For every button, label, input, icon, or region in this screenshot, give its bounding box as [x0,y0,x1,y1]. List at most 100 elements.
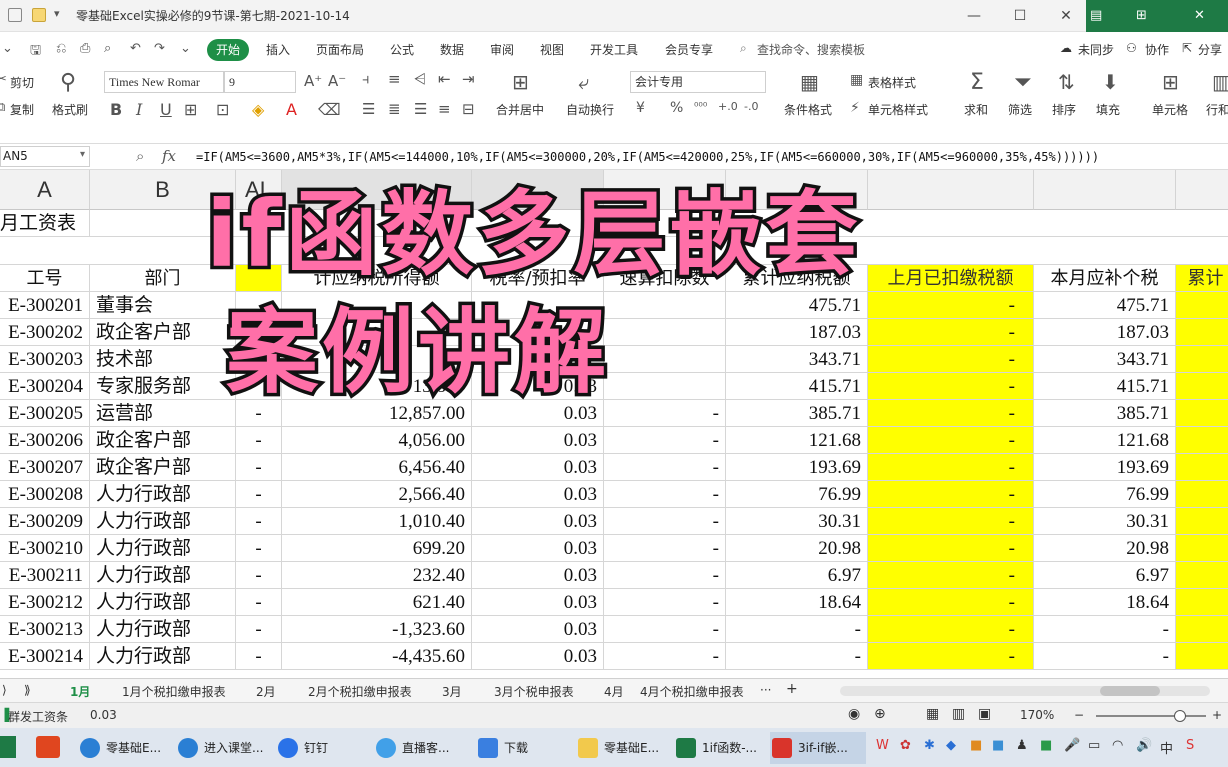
cell-cum-extra[interactable] [1176,373,1228,400]
cell-curr[interactable]: 6.97 [1034,562,1176,589]
cell-id[interactable]: E-300212 [0,589,90,616]
col-header-aq[interactable] [868,170,1034,210]
sum-icon[interactable]: Σ [970,70,984,95]
name-box[interactable]: AN5 [0,146,90,167]
cell-dept[interactable]: 董事会 [90,292,236,319]
cell-al[interactable]: - [236,589,282,616]
merge-button[interactable]: 合并居中 [496,101,544,118]
sheet-tab-3[interactable]: 2月 [256,683,276,700]
cell-dept[interactable]: 人力行政部 [90,643,236,670]
sheet-tab-6[interactable]: 3月个税申报表 [494,683,574,700]
cell-taxable[interactable]: 2,566.40 [282,481,472,508]
cell-id[interactable]: E-300214 [0,643,90,670]
cell-deduction[interactable]: - [604,562,726,589]
cell-taxable[interactable]: 1,010.40 [282,508,472,535]
cell-dept[interactable]: 人力行政部 [90,508,236,535]
cell-id[interactable]: E-300205 [0,400,90,427]
copy-icon[interactable]: ⧉ [0,100,5,115]
save-icon[interactable]: 🖫 [30,41,41,63]
cell-prev[interactable]: - [868,616,1034,643]
cell-taxable[interactable]: 699.20 [282,535,472,562]
cell-rate[interactable]: 0.03 [472,643,604,670]
cell-prev[interactable]: - [868,346,1034,373]
chevron-down-icon[interactable]: ▾ [54,7,60,20]
eraser-icon[interactable]: ⌫ [318,100,341,119]
percent-icon[interactable]: % [670,100,683,116]
cell-curr[interactable]: 193.69 [1034,454,1176,481]
cell-rate[interactable]: 0.03 [472,589,604,616]
conditional-format-icon[interactable]: ▦ [800,70,819,94]
cell-id[interactable]: E-300202 [0,319,90,346]
cell-prev[interactable]: - [868,292,1034,319]
user-tray-icon[interactable]: ♟ [1016,738,1028,753]
sort-icon[interactable]: ⇅ [1058,70,1075,94]
cell-cum[interactable]: - [726,643,868,670]
col-header-as[interactable] [1176,170,1228,210]
tab-formulas[interactable]: 公式 [390,41,414,58]
cell-cum-extra[interactable] [1176,535,1228,562]
zoom-out-icon[interactable]: − [1074,708,1084,722]
prev-sheet-icon[interactable]: ⟩ [2,683,7,697]
decimal-decrease-icon[interactable]: -.0 [744,100,758,113]
tray-app-icon[interactable]: ■ [992,738,1004,753]
align-left-icon[interactable]: ☰ [362,100,375,118]
cell-icon[interactable]: ⊞ [1162,70,1179,94]
cell-style-button[interactable]: 单元格样式 [868,101,928,118]
volume-icon[interactable]: 🔊 [1136,738,1152,753]
cell-curr[interactable]: 20.98 [1034,535,1176,562]
fill-icon[interactable]: ⬇ [1102,70,1119,94]
cell-deduction[interactable] [604,346,726,373]
cell-prev[interactable]: - [868,508,1034,535]
fill-button[interactable]: 填充 [1096,101,1120,118]
cell-rate[interactable]: 0.03 [472,427,604,454]
task-item-8[interactable]: 3if-if嵌... [770,732,866,764]
mic-icon[interactable]: 🎤 [1064,738,1080,753]
sum-button[interactable]: 求和 [964,101,988,118]
cell-cum[interactable]: 475.71 [726,292,868,319]
cell-cum[interactable]: 187.03 [726,319,868,346]
cell-cum[interactable]: 193.69 [726,454,868,481]
filter-button[interactable]: 筛选 [1008,101,1032,118]
cell-id[interactable]: E-300210 [0,535,90,562]
cell-curr[interactable]: 187.03 [1034,319,1176,346]
currency-icon[interactable]: ¥ [636,100,645,116]
ime-indicator[interactable]: 中 [1160,738,1173,757]
spreadsheet-grid[interactable]: A B AL 月工资表 工号 部门 计应纳税所得额 税率/预扣率 速算扣除数 累计应纳税额… [0,170,1228,678]
cell-prev[interactable]: - [868,373,1034,400]
scrollbar-thumb[interactable] [1100,686,1160,696]
fx-icon[interactable]: fx [162,147,176,165]
cell-curr[interactable]: - [1034,616,1176,643]
cell-rate[interactable]: 0.03 [472,508,604,535]
cell-dept[interactable]: 人力行政部 [90,589,236,616]
font-grow-icon[interactable]: A⁺ [304,72,322,90]
cell-dept[interactable]: 人力行政部 [90,562,236,589]
row-col-button[interactable]: 行和 [1206,101,1228,118]
cell-prev[interactable]: - [868,454,1034,481]
tab-view[interactable]: 视图 [540,41,564,58]
side-panel-tab[interactable]: ▤ ⊞ ✕ [1086,0,1228,32]
cell-prev[interactable]: - [868,481,1034,508]
sync-status[interactable]: 未同步 [1078,41,1114,58]
cell-deduction[interactable] [604,319,726,346]
cell-cum-extra[interactable] [1176,292,1228,319]
cell-cum-extra[interactable] [1176,346,1228,373]
cell-deduction[interactable]: - [604,454,726,481]
horizontal-scrollbar[interactable] [840,686,1210,696]
checkbox-icon[interactable] [8,8,22,22]
header-cell-prev_tax[interactable]: 上月已扣缴税额 [868,265,1034,292]
cell-al[interactable]: - [236,427,282,454]
sheet-tab-5[interactable]: 3月 [442,683,462,700]
cell-cum[interactable]: 76.99 [726,481,868,508]
cell-curr[interactable]: 343.71 [1034,346,1176,373]
cell-taxable[interactable]: -1,323.60 [282,616,472,643]
reading-view-icon[interactable]: ▣ [978,706,991,722]
battery-icon[interactable]: ▭ [1088,738,1100,753]
cell-cum-extra[interactable] [1176,508,1228,535]
cell-cum[interactable]: 343.71 [726,346,868,373]
cell-deduction[interactable]: - [604,535,726,562]
sheet-tab-8[interactable]: 4月个税扣缴申报表 [640,683,744,700]
cell-prev[interactable]: - [868,400,1034,427]
italic-icon[interactable]: I [136,100,142,119]
center-icon[interactable]: ⊕ [874,706,886,722]
cell-cum[interactable]: 6.97 [726,562,868,589]
